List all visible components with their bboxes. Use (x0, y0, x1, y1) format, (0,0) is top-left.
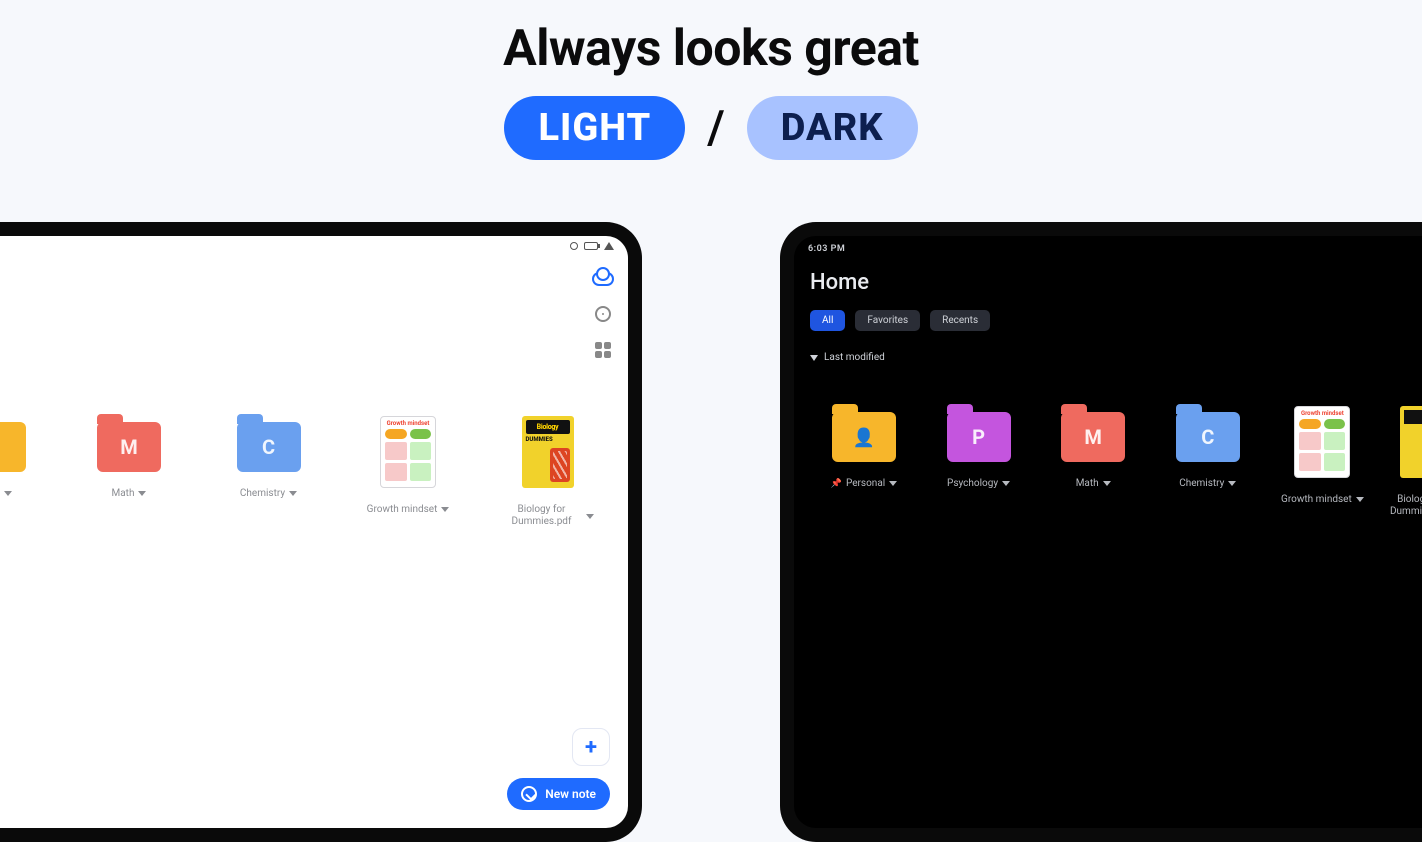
document-thumb: Growth mindset (1294, 406, 1350, 478)
files-row: 👤 📌 Personal P Psychology M Math (812, 406, 1422, 518)
folder-icon (0, 422, 26, 472)
file-label-text: Math (112, 488, 135, 499)
folder-letter: M (97, 422, 161, 472)
file-label: Biology for Dummies.pdf (502, 504, 594, 528)
top-actions (592, 272, 614, 358)
add-button[interactable]: + (572, 728, 610, 766)
status-bar (570, 242, 614, 250)
folder-letter: M (1061, 412, 1125, 462)
folder-icon: C (1176, 412, 1240, 462)
folder-icon: C (237, 422, 301, 472)
file-item-psychology[interactable]: P Psychology (927, 406, 1031, 489)
doc-thumb-title: Growth mindset (1299, 411, 1345, 417)
book-series: DUMMIES (526, 436, 553, 443)
folder-icon: M (97, 422, 161, 472)
new-note-button[interactable]: New note (507, 778, 610, 810)
chevron-down-icon (1228, 481, 1236, 486)
folder-letter: C (237, 422, 301, 472)
theme-badge-row: LIGHT / DARK (0, 96, 1422, 160)
file-label-text: Math (1076, 478, 1099, 489)
file-label: al (0, 488, 12, 499)
sort-control[interactable]: Last modified (810, 352, 885, 363)
file-label: Biology Dummies (1390, 494, 1422, 518)
hero-section: Always looks great LIGHT / DARK (0, 0, 1422, 160)
file-label: Growth mindset (367, 504, 450, 515)
file-label: 📌 Personal (831, 478, 897, 489)
folder-letter: C (1176, 412, 1240, 462)
cloud-icon[interactable] (592, 272, 614, 286)
chevron-down-icon (1356, 497, 1364, 502)
battery-icon (584, 242, 598, 250)
files-row: al M Math C Chemistry (0, 416, 600, 528)
folder-emoji-icon: 👤 (853, 428, 875, 449)
new-note-label: New note (545, 787, 596, 801)
hero-title: Always looks great (0, 20, 1422, 78)
slash-separator: / (707, 101, 725, 155)
file-label-text: Psychology (947, 478, 998, 489)
signal-icon (570, 242, 578, 250)
devices-row: al M Math C Chemistry (0, 222, 1422, 840)
chip-recents[interactable]: Recents (930, 310, 990, 331)
chevron-down-icon (1002, 481, 1010, 486)
folder-icon: 👤 (832, 412, 896, 462)
grid-view-icon[interactable] (595, 342, 611, 358)
fab-column: + New note (507, 728, 610, 810)
chip-favorites[interactable]: Favorites (855, 310, 920, 331)
sort-arrow-icon (810, 355, 818, 361)
book-art-icon (550, 448, 570, 482)
folder-letter: P (947, 412, 1011, 462)
chevron-down-icon (289, 491, 297, 496)
chevron-down-icon (586, 514, 594, 519)
file-item-personal[interactable]: 👤 📌 Personal (812, 406, 916, 489)
folder-icon: M (1061, 412, 1125, 462)
sort-label: Last modified (824, 352, 885, 363)
file-label: Psychology (947, 478, 1010, 489)
wifi-icon (604, 242, 614, 250)
chevron-down-icon (4, 491, 12, 496)
file-item-growth-mindset[interactable]: Growth mindset Growth mindset (356, 416, 461, 515)
file-label-text: Personal (846, 478, 885, 489)
light-badge: LIGHT (504, 96, 685, 160)
file-label-text: Chemistry (1179, 478, 1224, 489)
file-label: Math (1076, 478, 1111, 489)
chevron-down-icon (1103, 481, 1111, 486)
status-bar-time: 6:03 PM (808, 244, 845, 254)
book-thumb: Biology DUMMIES (522, 416, 574, 488)
file-label-text: Biology Dummies (1390, 494, 1422, 518)
file-item-biology-partial[interactable]: Biology Dummies (1385, 406, 1422, 518)
file-item-personal-partial[interactable]: al (0, 416, 42, 499)
target-icon[interactable] (595, 306, 611, 322)
dark-tablet: 6:03 PM Home All Favorites Recents Last … (780, 222, 1422, 842)
chevron-down-icon (889, 481, 897, 486)
file-label: Chemistry (240, 488, 297, 499)
file-label: Math (112, 488, 147, 499)
file-item-chemistry[interactable]: C Chemistry (1156, 406, 1260, 489)
file-item-biology-book[interactable]: Biology DUMMIES Biology for Dummies.pdf (495, 416, 600, 528)
doc-thumb-title: Growth mindset (385, 421, 431, 427)
dark-badge: DARK (747, 96, 918, 160)
page-title: Home (810, 270, 869, 295)
file-label-text: Chemistry (240, 488, 285, 499)
file-label-text: Biology for Dummies.pdf (502, 504, 582, 528)
book-brand: Biology (526, 420, 570, 434)
chevron-down-icon (138, 491, 146, 496)
file-label-text: Growth mindset (367, 504, 438, 515)
folder-icon: P (947, 412, 1011, 462)
filter-chips: All Favorites Recents (810, 310, 990, 331)
file-item-chemistry[interactable]: C Chemistry (216, 416, 321, 499)
book-thumb-partial (1400, 406, 1422, 478)
file-label: Chemistry (1179, 478, 1236, 489)
file-item-math[interactable]: M Math (77, 416, 182, 499)
file-item-math[interactable]: M Math (1041, 406, 1145, 489)
file-item-growth-mindset[interactable]: Growth mindset Growth mindset (1270, 406, 1374, 505)
file-label: Growth mindset (1281, 494, 1364, 505)
document-thumb: Growth mindset (380, 416, 436, 488)
light-tablet: al M Math C Chemistry (0, 222, 642, 842)
chevron-down-icon (441, 507, 449, 512)
file-label-text: Growth mindset (1281, 494, 1352, 505)
chip-all[interactable]: All (810, 310, 845, 331)
